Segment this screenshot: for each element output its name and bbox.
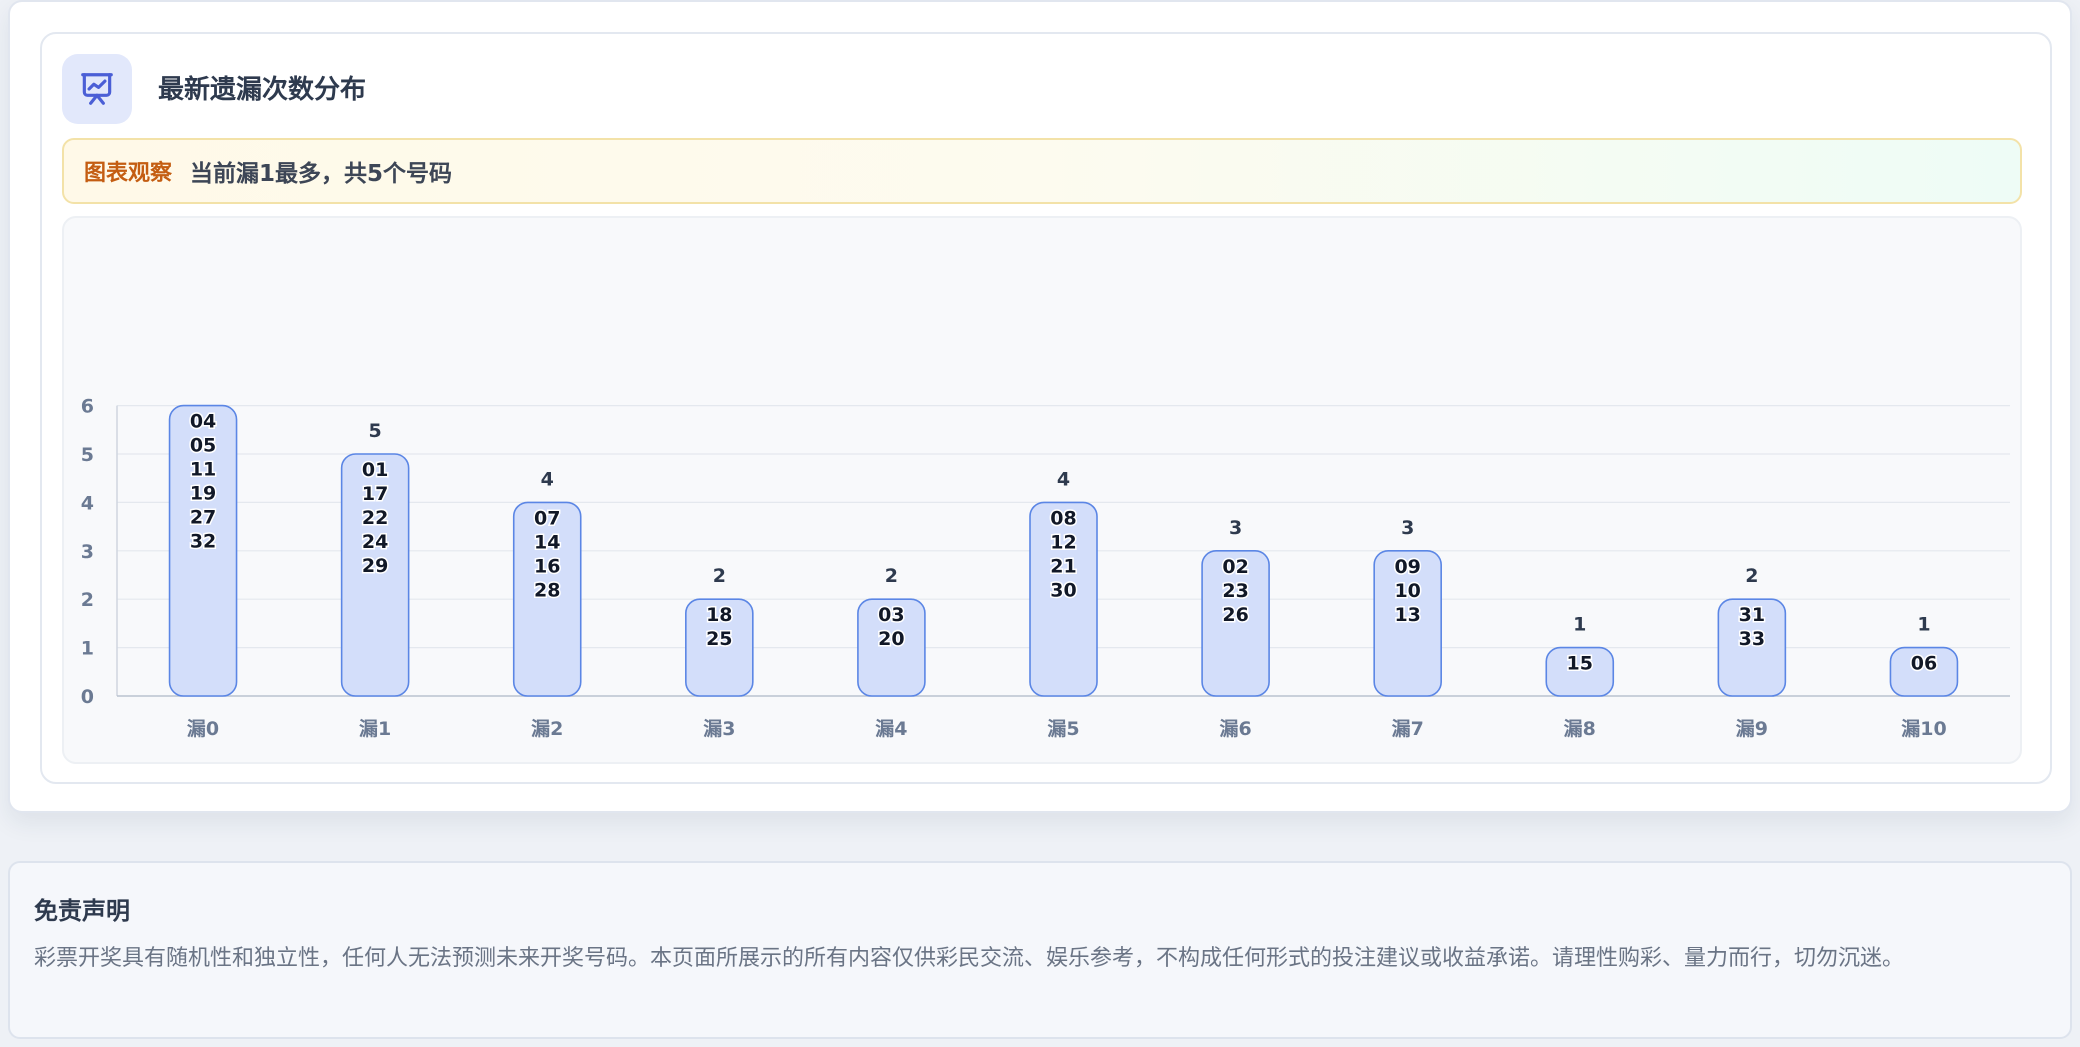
bar-number-label: 09 bbox=[1394, 556, 1420, 578]
x-tick-label: 漏5 bbox=[1047, 718, 1079, 740]
bar-number-label: 30 bbox=[1050, 579, 1076, 601]
y-tick-label: 2 bbox=[81, 589, 94, 611]
bar-number-label: 31 bbox=[1739, 604, 1765, 626]
y-tick-label: 1 bbox=[81, 638, 94, 660]
value-label: 1 bbox=[1573, 614, 1586, 636]
bar-number-label: 05 bbox=[190, 435, 216, 457]
y-tick-label: 3 bbox=[81, 541, 94, 563]
bar-number-label: 24 bbox=[362, 531, 388, 553]
value-label: 1 bbox=[1917, 614, 1930, 636]
value-label: 3 bbox=[1229, 517, 1242, 539]
bar-number-label: 32 bbox=[190, 531, 216, 553]
bar-number-label: 16 bbox=[534, 555, 560, 577]
x-tick-label: 漏6 bbox=[1219, 718, 1251, 740]
bar-number-label: 07 bbox=[534, 507, 560, 529]
bar-number-label: 18 bbox=[706, 604, 732, 626]
x-tick-label: 漏10 bbox=[1901, 718, 1946, 740]
bar-number-label: 11 bbox=[190, 459, 216, 481]
bar-number-label: 28 bbox=[534, 579, 560, 601]
value-label: 5 bbox=[369, 420, 382, 442]
omission-bar-chart: 0123456040511192732漏050117222429漏1407141… bbox=[81, 396, 2010, 740]
x-tick-label: 漏1 bbox=[359, 718, 391, 740]
bar-number-label: 01 bbox=[362, 459, 388, 481]
bar-number-label: 06 bbox=[1911, 653, 1937, 675]
bar-number-label: 10 bbox=[1394, 580, 1420, 602]
bar-number-label: 33 bbox=[1739, 628, 1765, 650]
bar-number-label: 15 bbox=[1567, 653, 1593, 675]
value-label: 3 bbox=[1401, 517, 1414, 539]
x-tick-label: 漏0 bbox=[187, 718, 219, 740]
x-tick-label: 漏2 bbox=[531, 718, 563, 740]
disclaimer-card: 免责声明 彩票开奖具有随机性和独立性，任何人无法预测未来开奖号码。本页面所展示的… bbox=[8, 861, 2072, 1039]
disclaimer-text: 彩票开奖具有随机性和独立性，任何人无法预测未来开奖号码。本页面所展示的所有内容仅… bbox=[34, 946, 1905, 971]
bar-number-label: 21 bbox=[1050, 555, 1076, 577]
value-label: 2 bbox=[713, 565, 726, 587]
bar-number-label: 19 bbox=[190, 483, 216, 505]
x-tick-label: 漏7 bbox=[1392, 718, 1424, 740]
y-tick-label: 0 bbox=[81, 686, 94, 708]
x-tick-label: 漏4 bbox=[875, 718, 907, 740]
chart-area: 0 1 2 3 4 5 6 04 05 11 19 27 32 漏0 5 01 17 22 24 29 漏1 4 07 14 1… bbox=[62, 216, 2022, 764]
chart-panel: 最新遗漏次数分布 图表观察 当前漏1最多，共5个号码 0 1 2 3 4 5 6 04 05 11… bbox=[40, 32, 2052, 784]
bar-number-label: 08 bbox=[1050, 507, 1076, 529]
bar-number-label: 12 bbox=[1050, 531, 1076, 553]
disclaimer-title: 免责声明 bbox=[34, 897, 130, 925]
value-label: 2 bbox=[885, 565, 898, 587]
value-label: 4 bbox=[541, 468, 554, 490]
bar-number-label: 04 bbox=[190, 411, 216, 433]
bar-number-label: 25 bbox=[706, 628, 732, 650]
bar-number-label: 14 bbox=[534, 531, 560, 553]
bar-number-label: 29 bbox=[362, 555, 388, 577]
y-tick-label: 6 bbox=[81, 396, 94, 418]
bar-number-label: 17 bbox=[362, 483, 388, 505]
bar-number-label: 20 bbox=[878, 628, 904, 650]
bar-number-label: 27 bbox=[190, 507, 216, 529]
chart-section-card: 最新遗漏次数分布 图表观察 当前漏1最多，共5个号码 0 1 2 3 4 5 6 04 05 11… bbox=[8, 0, 2072, 813]
bar-number-label: 23 bbox=[1222, 580, 1248, 602]
x-tick-label: 漏8 bbox=[1564, 718, 1596, 740]
value-label: 4 bbox=[1057, 468, 1070, 490]
y-tick-label: 5 bbox=[81, 444, 94, 466]
value-label: 2 bbox=[1745, 565, 1758, 587]
bar-number-label: 26 bbox=[1222, 604, 1248, 626]
x-tick-label: 漏9 bbox=[1736, 718, 1768, 740]
x-tick-label: 漏3 bbox=[703, 718, 735, 740]
bar-number-label: 03 bbox=[878, 604, 904, 626]
bar-number-label: 22 bbox=[362, 507, 388, 529]
bar-number-label: 02 bbox=[1222, 556, 1248, 578]
y-tick-label: 4 bbox=[81, 492, 94, 514]
bar-number-label: 13 bbox=[1394, 604, 1420, 626]
